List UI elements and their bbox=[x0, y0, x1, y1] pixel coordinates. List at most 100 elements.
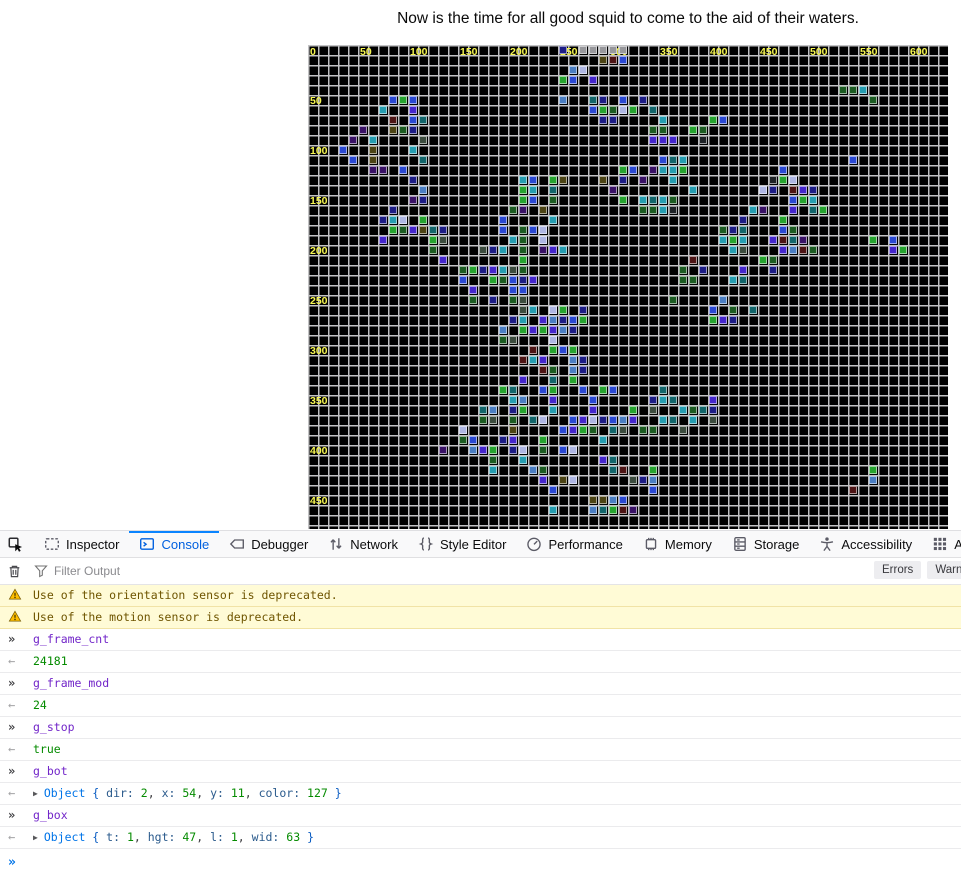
object-value: 63 bbox=[286, 830, 300, 844]
tab-console[interactable]: Console bbox=[129, 531, 219, 557]
filter-output-input[interactable] bbox=[54, 564, 354, 578]
tab-network[interactable]: Network bbox=[318, 531, 408, 557]
object-key: t: bbox=[106, 830, 127, 844]
expand-object-icon[interactable]: ▶ bbox=[33, 789, 38, 798]
grid-cell bbox=[659, 416, 667, 424]
grid-cell bbox=[409, 196, 417, 204]
expand-object-icon[interactable]: ▶ bbox=[33, 833, 38, 842]
console-evaluation-result: ←▶Object { t: 1, hgt: 47, l: 1, wid: 63 … bbox=[0, 827, 961, 849]
grid-cell bbox=[779, 236, 787, 244]
command-text: g_stop bbox=[33, 720, 75, 734]
grid-cell bbox=[609, 456, 617, 464]
console-toolbar: Errors Warnings bbox=[0, 558, 961, 585]
grid-cell bbox=[589, 416, 597, 424]
tab-performance[interactable]: Performance bbox=[516, 531, 632, 557]
grid-cell bbox=[499, 276, 507, 284]
grid-cell bbox=[689, 406, 697, 414]
grid-cell bbox=[459, 426, 467, 434]
grid-cell bbox=[549, 196, 557, 204]
grid-cell bbox=[509, 416, 517, 424]
result-value: 24 bbox=[33, 698, 47, 712]
errors-filter-button[interactable]: Errors bbox=[874, 561, 921, 579]
grid-cell bbox=[649, 196, 657, 204]
grid-cell bbox=[489, 456, 497, 464]
grid-cell bbox=[609, 496, 617, 504]
console-input-line[interactable]: » bbox=[0, 849, 961, 870]
grid-cell bbox=[349, 136, 357, 144]
tab-memory[interactable]: Memory bbox=[633, 531, 722, 557]
grid-cell bbox=[649, 106, 657, 114]
grid-cell bbox=[409, 226, 417, 234]
grid-cell bbox=[479, 416, 487, 424]
tab-application[interactable]: Application bbox=[922, 531, 961, 557]
tab-label: Inspector bbox=[66, 537, 119, 552]
grid-cell bbox=[569, 376, 577, 384]
object-key: hgt: bbox=[148, 830, 183, 844]
grid-cell bbox=[749, 206, 757, 214]
grid-cell bbox=[419, 216, 427, 224]
grid-cell bbox=[509, 206, 517, 214]
grid-cell bbox=[779, 176, 787, 184]
clear-console-button[interactable] bbox=[0, 564, 29, 579]
grid-cell bbox=[719, 296, 727, 304]
console-warning-message: Use of the orientation sensor is depreca… bbox=[0, 585, 961, 607]
object-separator: , bbox=[245, 786, 259, 800]
grid-cell bbox=[519, 316, 527, 324]
grid-cell bbox=[609, 386, 617, 394]
object-brace: } bbox=[328, 786, 342, 800]
grid-cell bbox=[689, 126, 697, 134]
grid-cell bbox=[609, 416, 617, 424]
object-key: wid: bbox=[252, 830, 287, 844]
grid-cell bbox=[549, 176, 557, 184]
grid-cell bbox=[589, 506, 597, 514]
grid-cell bbox=[509, 406, 517, 414]
tab-label: Storage bbox=[754, 537, 800, 552]
grid-cell bbox=[549, 216, 557, 224]
tab-debugger[interactable]: Debugger bbox=[219, 531, 318, 557]
grid-cell bbox=[669, 176, 677, 184]
grid-cell bbox=[499, 326, 507, 334]
grid-cell bbox=[529, 226, 537, 234]
grid-cell bbox=[669, 166, 677, 174]
grid-cell bbox=[489, 446, 497, 454]
grid-cell bbox=[549, 506, 557, 514]
grid-cell bbox=[719, 316, 727, 324]
axis-label-left: 100 bbox=[310, 146, 328, 156]
grid-cell bbox=[519, 226, 527, 234]
warnings-filter-button[interactable]: Warnings bbox=[927, 561, 961, 579]
tab-inspector[interactable]: Inspector bbox=[34, 531, 129, 557]
grid-cell bbox=[399, 216, 407, 224]
grid-cell bbox=[519, 186, 527, 194]
node-picker-button[interactable] bbox=[0, 531, 30, 557]
warning-icon bbox=[8, 610, 33, 623]
axis-label-top: 500 bbox=[810, 47, 828, 57]
tab-storage[interactable]: Storage bbox=[722, 531, 810, 557]
grid-cell bbox=[639, 196, 647, 204]
result-value: true bbox=[33, 742, 61, 756]
grid-cell bbox=[409, 106, 417, 114]
game-canvas[interactable]: 0501001502002503003504004505005506005010… bbox=[308, 45, 948, 529]
tab-style-editor[interactable]: Style Editor bbox=[408, 531, 516, 557]
grid-cell bbox=[489, 416, 497, 424]
grid-cell bbox=[509, 336, 517, 344]
grid-cell bbox=[759, 206, 767, 214]
grid-cell bbox=[609, 46, 617, 54]
grid-cell bbox=[729, 226, 737, 234]
grid-cell bbox=[369, 156, 377, 164]
grid-cell bbox=[339, 146, 347, 154]
grid-cell bbox=[629, 406, 637, 414]
grid-cell bbox=[639, 96, 647, 104]
grid-cell bbox=[609, 56, 617, 64]
console-icon bbox=[139, 536, 155, 552]
grid-cell bbox=[519, 256, 527, 264]
filter-input-wrap bbox=[34, 564, 961, 578]
grid-cell bbox=[899, 246, 907, 254]
tab-accessibility[interactable]: Accessibility bbox=[809, 531, 922, 557]
grid-cell bbox=[599, 46, 607, 54]
grid-cell bbox=[379, 216, 387, 224]
grid-cell bbox=[729, 246, 737, 254]
node-picker-icon bbox=[7, 536, 23, 552]
grid-cell bbox=[519, 326, 527, 334]
performance-icon bbox=[526, 536, 542, 552]
axis-label-left: 50 bbox=[310, 96, 322, 106]
